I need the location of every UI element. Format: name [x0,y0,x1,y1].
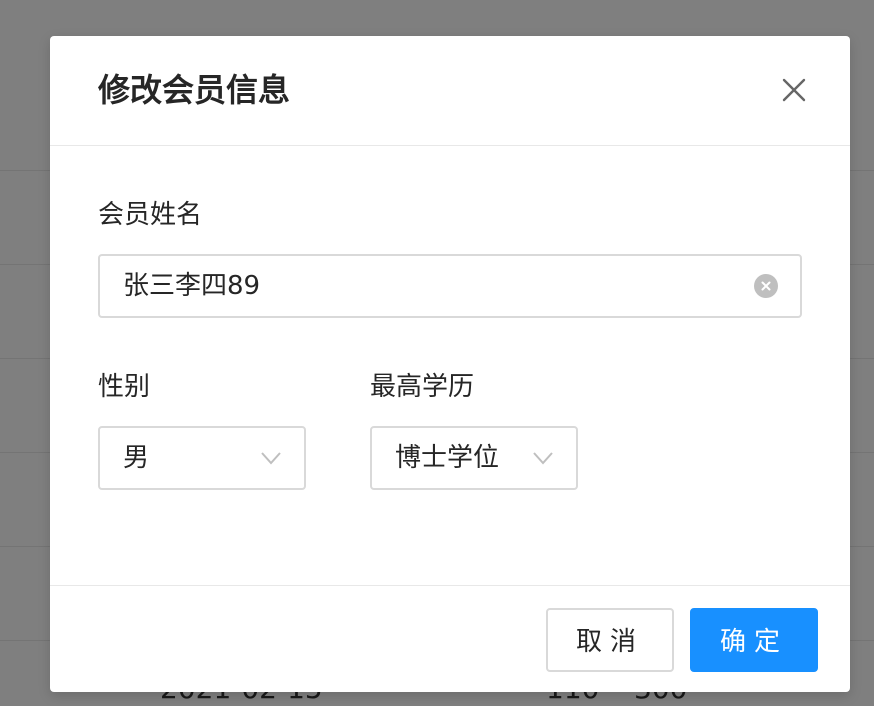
chevron-down-icon [533,452,553,465]
member-name-value: 张三李四89 [123,271,261,301]
confirm-button[interactable]: 确定 [690,608,818,672]
chevron-down-icon [261,452,281,465]
clear-icon[interactable] [754,274,778,298]
modal-header: 修改会员信息 [50,36,850,146]
modal-footer: 取消 确定 [50,585,850,693]
close-button[interactable] [770,66,818,114]
education-label: 最高学历 [370,372,475,402]
education-value: 博士学位 [395,443,500,473]
page: 2021-02-15 110 300 修改会员信息 会员姓名 张三李四89 [0,0,874,706]
close-icon [782,78,806,102]
education-select[interactable]: 博士学位 [370,426,578,490]
gender-label: 性别 [98,372,151,402]
member-name-label: 会员姓名 [98,200,203,230]
gender-select[interactable]: 男 [98,426,306,490]
modal-title: 修改会员信息 [98,71,291,109]
cancel-button[interactable]: 取消 [546,608,674,672]
member-name-input[interactable]: 张三李四89 [98,254,802,318]
edit-member-modal: 修改会员信息 会员姓名 张三李四89 性别 男 最高学历 博士学位 取消 确定 [50,36,850,692]
gender-value: 男 [123,443,150,473]
